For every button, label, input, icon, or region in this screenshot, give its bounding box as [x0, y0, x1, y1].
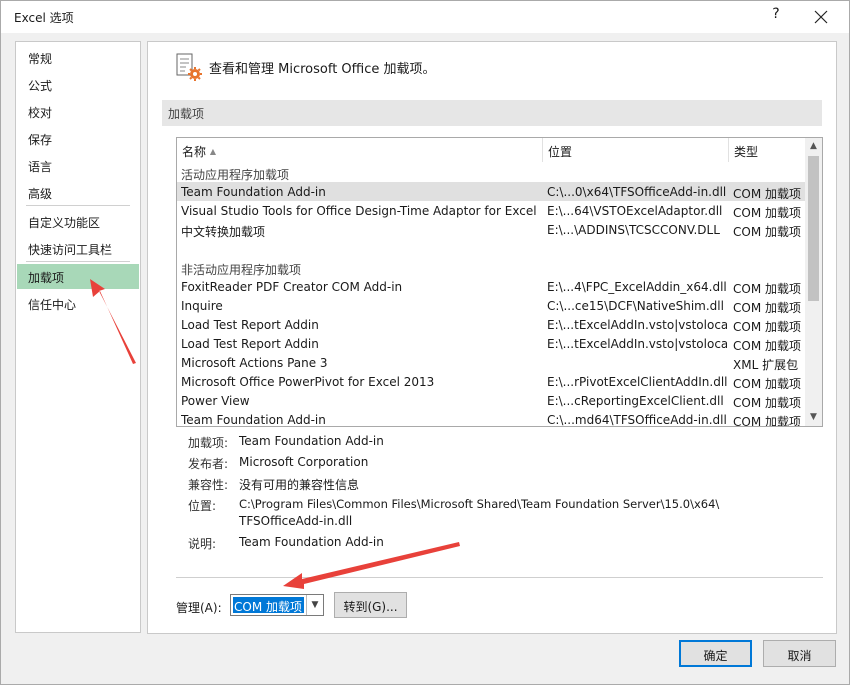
sidebar-item-customize-ribbon[interactable]: 自定义功能区 — [17, 209, 139, 234]
table-row[interactable]: Team Foundation Add-in C:\...0\x64\TFSOf… — [177, 182, 805, 201]
manage-dropdown-value: COM 加载项 — [233, 597, 304, 614]
row-type: XML 扩展包 — [733, 358, 799, 372]
row-name: Load Test Report Addin — [181, 318, 319, 332]
panel-divider — [176, 577, 823, 578]
chevron-down-icon[interactable]: ▼ — [306, 595, 323, 615]
sidebar-divider — [26, 261, 130, 262]
sidebar-item-advanced[interactable]: 高级 — [17, 180, 139, 205]
row-name: 中文转换加载项 — [181, 225, 266, 239]
table-row[interactable]: Inquire C:\...ce15\DCF\NativeShim.dll CO… — [177, 296, 805, 315]
row-name: Inquire — [181, 299, 223, 313]
column-header-location[interactable]: 位置 — [543, 138, 729, 162]
sidebar-item-language[interactable]: 语言 — [17, 153, 139, 178]
section-header-addins: 加载项 — [162, 100, 822, 126]
row-type: COM 加载项 — [733, 301, 801, 315]
row-type: COM 加载项 — [733, 282, 801, 296]
table-row[interactable]: Microsoft Actions Pane 3 XML 扩展包 — [177, 353, 805, 372]
scrollbar-thumb[interactable] — [808, 156, 819, 301]
row-name: Team Foundation Add-in — [181, 413, 326, 427]
sidebar-item-general[interactable]: 常规 — [17, 45, 139, 70]
page-title: 查看和管理 Microsoft Office 加载项。 — [209, 62, 436, 77]
group-header-active: 活动应用程序加载项 — [181, 168, 290, 182]
row-location: E:\...64\VSTOExcelAdaptor.dll — [547, 204, 723, 218]
detail-label-compatibility: 兼容性: — [188, 478, 229, 492]
detail-value-description: Team Foundation Add-in — [239, 535, 384, 549]
row-location: E:\...tExcelAddIn.vsto|vstolocal — [547, 318, 727, 332]
row-location: E:\...4\FPC_ExcelAddin_x64.dll — [547, 280, 727, 294]
row-location: E:\...\ADDINS\TCSCCONV.DLL — [547, 223, 720, 237]
row-name: Microsoft Actions Pane 3 — [181, 356, 328, 370]
table-row[interactable]: FoxitReader PDF Creator COM Add-in E:\..… — [177, 277, 805, 296]
row-type: COM 加载项 — [733, 415, 801, 427]
sidebar-item-quick-access-toolbar[interactable]: 快速访问工具栏 — [17, 236, 139, 261]
manage-dropdown[interactable]: COM 加载项 ▼ — [230, 594, 324, 616]
close-button[interactable] — [807, 5, 835, 29]
row-location: E:\...tExcelAddIn.vsto|vstolocal — [547, 337, 727, 351]
title-bar: Excel 选项 ? — [1, 1, 849, 33]
detail-value-addin: Team Foundation Add-in — [239, 434, 384, 448]
row-type: COM 加载项 — [733, 339, 801, 353]
table-row[interactable]: Power View E:\...cReportingExcelClient.d… — [177, 391, 805, 410]
column-header-name-label: 名称 — [182, 145, 207, 159]
addins-gear-icon — [174, 53, 204, 83]
detail-value-compatibility: 没有可用的兼容性信息 — [239, 478, 360, 492]
vertical-scrollbar[interactable]: ▲ ▼ — [805, 138, 822, 426]
row-location: C:\...0\x64\TFSOfficeAdd-in.dll — [547, 185, 727, 199]
sidebar-item-save[interactable]: 保存 — [17, 126, 139, 151]
ok-button[interactable]: 确定 — [679, 640, 752, 667]
table-row[interactable]: Load Test Report Addin E:\...tExcelAddIn… — [177, 315, 805, 334]
scroll-up-icon[interactable]: ▲ — [805, 138, 822, 155]
table-row[interactable]: Microsoft Office PowerPivot for Excel 20… — [177, 372, 805, 391]
detail-value-location: C:\Program Files\Common Files\Microsoft … — [239, 497, 720, 511]
sidebar-divider — [26, 205, 130, 206]
row-name: Power View — [181, 394, 250, 408]
table-row[interactable]: 中文转换加载项 E:\...\ADDINS\TCSCCONV.DLL COM 加… — [177, 220, 805, 239]
excel-options-dialog: Excel 选项 ? 常规 公式 校对 保存 语言 高级 自定义功能区 快速访问… — [0, 0, 850, 685]
sidebar-item-proofing[interactable]: 校对 — [17, 99, 139, 124]
row-type: COM 加载项 — [733, 187, 801, 201]
detail-label-location: 位置: — [188, 499, 217, 513]
sidebar-item-trust-center[interactable]: 信任中心 — [17, 291, 139, 316]
sidebar-item-formulas[interactable]: 公式 — [17, 72, 139, 97]
detail-label-description: 说明: — [188, 537, 217, 551]
group-header-inactive: 非活动应用程序加载项 — [181, 263, 302, 277]
detail-value-publisher: Microsoft Corporation — [239, 455, 369, 469]
manage-label: 管理(A): — [176, 601, 222, 615]
row-type: COM 加载项 — [733, 396, 801, 410]
row-name: Microsoft Office PowerPivot for Excel 20… — [181, 375, 435, 389]
detail-label-addin: 加载项: — [188, 436, 229, 450]
table-row[interactable]: Load Test Report Addin E:\...tExcelAddIn… — [177, 334, 805, 353]
table-row[interactable]: Team Foundation Add-in C:\...md64\TFSOff… — [177, 410, 805, 427]
sort-ascending-icon: ▲ — [209, 147, 216, 156]
cancel-button[interactable]: 取消 — [763, 640, 836, 667]
row-name: Team Foundation Add-in — [181, 185, 326, 199]
table-row[interactable]: Visual Studio Tools for Office Design-Ti… — [177, 201, 805, 220]
detail-label-publisher: 发布者: — [188, 457, 229, 471]
row-name: Visual Studio Tools for Office Design-Ti… — [181, 204, 537, 218]
row-location: E:\...cReportingExcelClient.dll — [547, 394, 724, 408]
detail-value-location-cont: TFSOfficeAdd-in.dll — [239, 514, 353, 528]
options-sidebar: 常规 公式 校对 保存 语言 高级 自定义功能区 快速访问工具栏 加载项 信任中… — [15, 41, 141, 633]
scroll-down-icon[interactable]: ▼ — [805, 409, 822, 426]
row-type: COM 加载项 — [733, 377, 801, 391]
close-icon — [814, 10, 828, 24]
column-header-name[interactable]: 名称 ▲ — [177, 138, 543, 162]
goto-button[interactable]: 转到(G)... — [334, 592, 407, 618]
row-type: COM 加载项 — [733, 206, 801, 220]
addins-list: 名称 ▲ 位置 类型 活动应用程序加载项 Team Foundation Add… — [176, 137, 823, 427]
row-type: COM 加载项 — [733, 320, 801, 334]
row-name: FoxitReader PDF Creator COM Add-in — [181, 280, 403, 294]
row-location: E:\...rPivotExcelClientAddIn.dll — [547, 375, 727, 389]
row-location: C:\...md64\TFSOfficeAdd-in.dll — [547, 413, 727, 427]
column-header-type[interactable]: 类型 — [729, 138, 805, 162]
help-button[interactable]: ? — [766, 6, 786, 26]
sidebar-item-addins[interactable]: 加载项 — [17, 264, 139, 289]
row-location: C:\...ce15\DCF\NativeShim.dll — [547, 299, 724, 313]
row-type: COM 加载项 — [733, 225, 801, 239]
addins-panel: 查看和管理 Microsoft Office 加载项。 加载项 名称 ▲ 位置 … — [147, 41, 837, 634]
window-title: Excel 选项 — [14, 11, 74, 25]
row-name: Load Test Report Addin — [181, 337, 319, 351]
